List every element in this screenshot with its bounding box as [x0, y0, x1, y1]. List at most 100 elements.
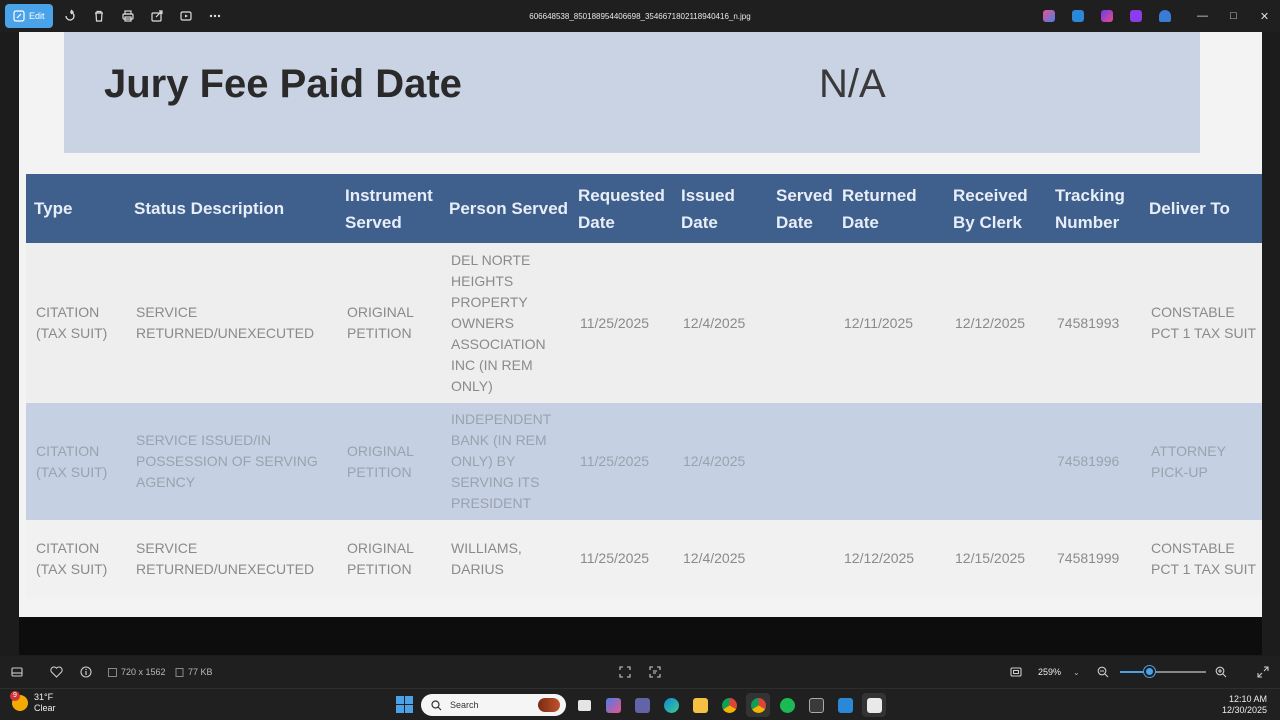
cell-served [768, 403, 834, 520]
weather-widget[interactable]: 9 31°F Clear [10, 691, 56, 714]
delete-icon[interactable] [85, 4, 114, 28]
image-canvas[interactable]: Jury Fee Paid Date N/A Type Status Descr… [19, 32, 1262, 617]
cell-type: CITATION (TAX SUIT) [26, 403, 126, 520]
taskbar-search[interactable]: Search [421, 694, 566, 716]
full-screen-icon[interactable] [1257, 666, 1269, 678]
weather-temperature: 31°F [34, 692, 54, 702]
cell-issued: 12/4/2025 [673, 403, 768, 520]
paint-icon[interactable] [1063, 4, 1092, 28]
system-clock[interactable]: 12:10 AM 12/30/2025 [1222, 694, 1267, 716]
table-row: CITATION (TAX SUIT) SERVICE ISSUED/IN PO… [26, 403, 1262, 520]
clipchamp-icon[interactable] [1092, 4, 1121, 28]
cell-returned: 12/12/2025 [834, 520, 945, 597]
table-header-row: Type Status Description Instrument Serve… [26, 174, 1262, 243]
cell-returned: 12/11/2025 [834, 243, 945, 403]
designer-icon[interactable] [1121, 4, 1150, 28]
service-table: Type Status Description Instrument Serve… [26, 174, 1262, 597]
clock-time: 12:10 AM [1228, 694, 1267, 704]
filesize-readout: 77 KB [175, 667, 213, 677]
table-row: CITATION (TAX SUIT) SERVICE RETURNED/UNE… [26, 520, 1262, 597]
edit-icon [13, 10, 25, 22]
cell-status: SERVICE ISSUED/IN POSSESSION OF SERVING … [126, 403, 337, 520]
copilot-icon[interactable] [1034, 4, 1063, 28]
cell-issued: 12/4/2025 [673, 520, 768, 597]
cell-requested: 11/25/2025 [570, 243, 673, 403]
chrome-icon[interactable] [717, 693, 741, 717]
zoom-value: 259% [1038, 667, 1062, 677]
cell-deliver: CONSTABLE PCT 1 TAX SUIT [1141, 243, 1262, 403]
col-header: Instrument Served [337, 174, 441, 243]
weather-condition: Clear [34, 703, 56, 713]
zoom-in-icon[interactable] [1215, 666, 1227, 678]
jury-fee-panel: Jury Fee Paid Date N/A [64, 32, 1200, 153]
col-header: Person Served [441, 174, 570, 243]
close-icon[interactable]: ✕ [1249, 0, 1280, 32]
task-view-icon[interactable] [572, 693, 596, 717]
scan-text-icon[interactable] [649, 666, 661, 678]
image-letterbox [19, 617, 1262, 655]
favorite-icon[interactable] [50, 666, 63, 678]
cell-status: SERVICE RETURNED/UNEXECUTED [126, 243, 337, 403]
taskbar: 9 31°F Clear Search 12:10 AM 12/30/2025 [0, 688, 1280, 720]
cell-status: SERVICE RETURNED/UNEXECUTED [126, 520, 337, 597]
zoom-out-icon[interactable] [1097, 666, 1109, 678]
cloud-icon[interactable] [1150, 4, 1179, 28]
cell-type: CITATION (TAX SUIT) [26, 243, 126, 403]
zoom-dropdown[interactable]: 259% ⌄ [1038, 667, 1080, 677]
cell-served [768, 520, 834, 597]
status-bar: 720 x 1562 77 KB 259% ⌄ [0, 656, 1280, 688]
cell-issued: 12/4/2025 [673, 243, 768, 403]
cell-deliver: ATTORNEY PICK-UP [1141, 403, 1262, 520]
copilot-taskbar-icon[interactable] [601, 693, 625, 717]
print-icon[interactable] [114, 4, 143, 28]
col-header: Received By Clerk [945, 174, 1047, 243]
cell-received [945, 403, 1047, 520]
fit-to-window-icon[interactable] [619, 666, 631, 678]
title-right-tray: — □ ✕ [1034, 0, 1280, 32]
photos-icon[interactable] [862, 693, 886, 717]
paint-taskbar-icon[interactable] [833, 693, 857, 717]
more-options-icon[interactable] [201, 4, 230, 28]
cell-tracking: 74581996 [1047, 403, 1141, 520]
cell-instrument: ORIGINAL PETITION [337, 243, 441, 403]
weather-badge: 9 [10, 691, 20, 701]
dimensions-text: 720 x 1562 [121, 667, 166, 677]
col-header: Returned Date [834, 174, 945, 243]
cell-person: WILLIAMS, DARIUS [441, 520, 570, 597]
file-explorer-icon[interactable] [688, 693, 712, 717]
title-bar: Edit 606648538_850188954406698_354667180… [0, 0, 1280, 32]
zoom-slider-thumb[interactable] [1144, 666, 1155, 677]
col-header: Served Date [768, 174, 834, 243]
actual-size-icon[interactable] [1010, 666, 1022, 678]
cell-instrument: ORIGINAL PETITION [337, 403, 441, 520]
rotate-icon[interactable] [56, 4, 85, 28]
edge-icon[interactable] [659, 693, 683, 717]
col-header: Requested Date [570, 174, 673, 243]
maximize-icon[interactable]: □ [1218, 0, 1249, 32]
col-header: Type [26, 174, 126, 243]
cell-received: 12/12/2025 [945, 243, 1047, 403]
search-placeholder: Search [450, 700, 479, 710]
filmstrip-icon[interactable] [11, 666, 23, 678]
cell-instrument: ORIGINAL PETITION [337, 520, 441, 597]
info-icon[interactable] [80, 666, 92, 678]
calculator-icon[interactable] [804, 693, 828, 717]
edit-button[interactable]: Edit [5, 4, 53, 28]
minimize-icon[interactable]: — [1187, 0, 1218, 32]
cell-requested: 11/25/2025 [570, 520, 673, 597]
teams-icon[interactable] [630, 693, 654, 717]
share-icon[interactable] [143, 4, 172, 28]
spotify-icon[interactable] [775, 693, 799, 717]
slideshow-icon[interactable] [172, 4, 201, 28]
cell-requested: 11/25/2025 [570, 403, 673, 520]
dimensions-icon [108, 667, 117, 677]
chrome-profile-icon[interactable] [746, 693, 770, 717]
chevron-down-icon: ⌄ [1073, 667, 1080, 677]
col-header: Issued Date [673, 174, 768, 243]
cell-tracking: 74581993 [1047, 243, 1141, 403]
filesize-icon [175, 667, 184, 677]
weather-sun-icon: 9 [10, 691, 28, 711]
start-button[interactable] [396, 696, 413, 713]
col-header: Status Description [126, 174, 337, 243]
cell-returned [834, 403, 945, 520]
